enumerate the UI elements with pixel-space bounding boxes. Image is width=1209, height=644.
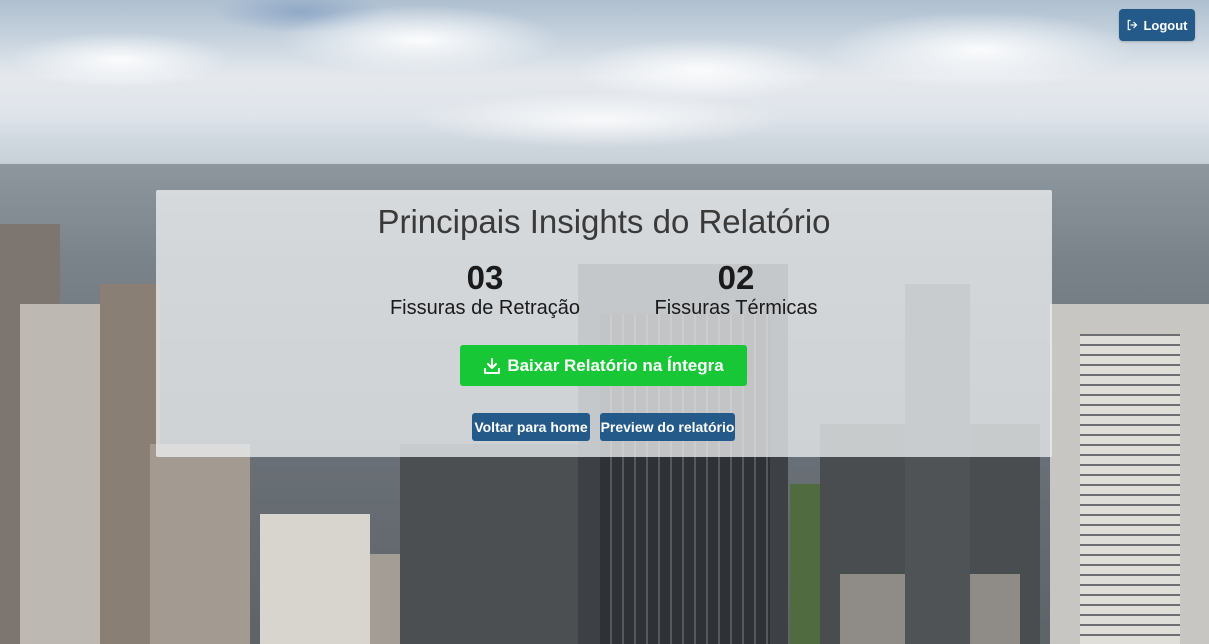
logout-button[interactable]: Logout	[1119, 9, 1195, 41]
preview-report-button[interactable]: Preview do relatório	[600, 413, 735, 441]
download-report-button[interactable]: Baixar Relatório na Íntegra	[460, 345, 747, 386]
page-title: Principais Insights do Relatório	[377, 203, 831, 240]
back-home-button[interactable]: Voltar para home	[472, 413, 590, 441]
download-icon	[484, 357, 501, 374]
insights-card: Principais Insights do Relatório 03 Fiss…	[156, 190, 1052, 457]
stat-label: Fissuras Térmicas	[654, 297, 818, 319]
stat-value: 03	[466, 259, 504, 296]
logout-label: Logout	[1143, 17, 1188, 33]
stat-label: Fissuras de Retração	[389, 297, 581, 319]
stat-termicas: 02 Fissuras Térmicas	[606, 260, 866, 320]
stat-value: 02	[717, 259, 755, 296]
stat-retracao: 03 Fissuras de Retração	[355, 260, 615, 320]
logout-icon	[1128, 19, 1138, 31]
download-label: Baixar Relatório na Íntegra	[507, 355, 724, 375]
